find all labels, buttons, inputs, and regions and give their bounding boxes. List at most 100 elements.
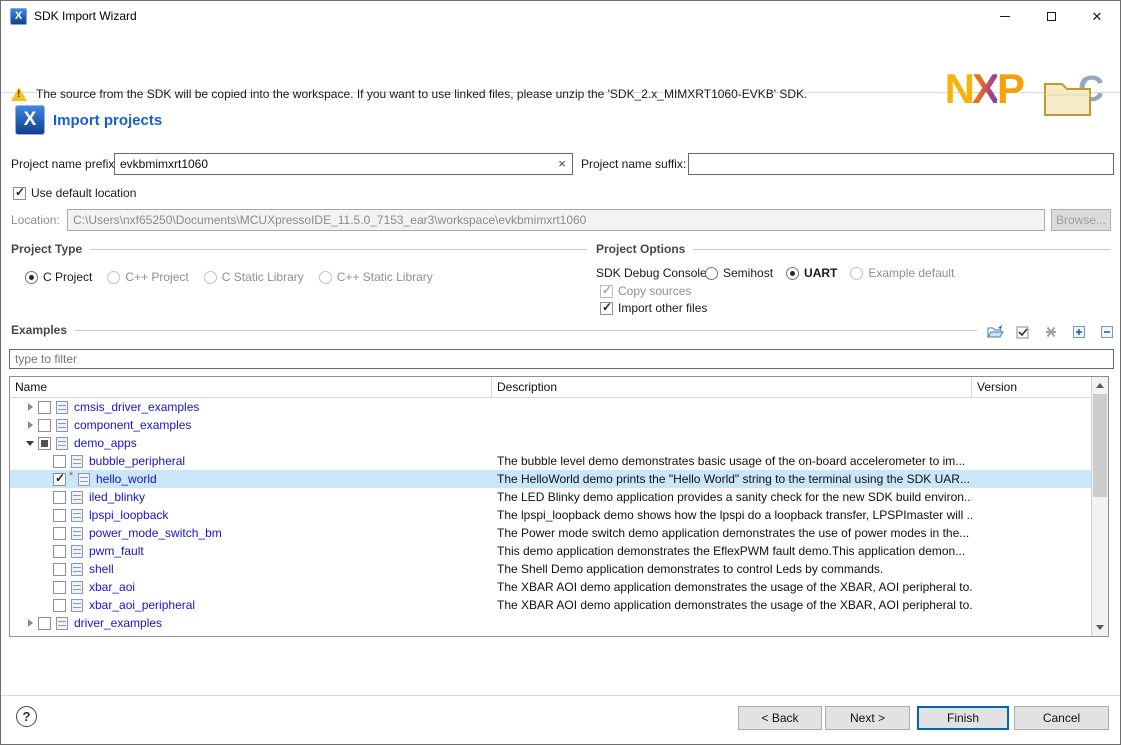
wizard-banner: The source from the SDK will be copied i… [1,31,1120,93]
chevron-right-icon[interactable] [22,421,38,429]
radio-cpp-project[interactable]: C++ Project [107,270,188,284]
example-name[interactable]: shell [89,562,114,576]
row-checkbox[interactable] [38,617,51,630]
radio-label: C++ Project [125,270,188,284]
prefix-label: Project name prefix: [11,153,118,175]
example-name[interactable]: driver_examples [74,616,162,630]
cancel-button-label: Cancel [1043,711,1080,725]
window-title: SDK Import Wizard [34,9,137,23]
table-row-lpspi-loopback[interactable]: lpspi_loopback The lpspi_loopback demo s… [10,506,1091,524]
radio-example-default[interactable]: Example default [850,266,954,280]
clear-input-icon[interactable]: × [555,157,569,171]
browse-button[interactable]: Browse... [1051,209,1111,231]
import-other-files-checkbox[interactable] [600,302,613,315]
column-header-name[interactable]: Name [10,377,492,397]
radio-cpp-static-library[interactable]: C++ Static Library [319,270,433,284]
row-checkbox[interactable] [53,455,66,468]
debug-console-options: Semihost UART Example default [705,266,954,280]
table-row-xbar-aoi[interactable]: xbar_aoi The XBAR AOI demo application d… [10,578,1091,596]
back-button[interactable]: < Back [738,706,822,730]
chevron-right-icon[interactable] [22,619,38,627]
example-list-icon [71,581,83,594]
example-name[interactable]: hello_world [96,472,157,486]
row-checkbox[interactable] [38,401,51,414]
example-name[interactable]: xbar_aoi_peripheral [89,598,195,612]
table-row-shell[interactable]: shell The Shell Demo application demonst… [10,560,1091,578]
next-button-label: Next > [850,711,885,725]
row-checkbox[interactable] [53,527,66,540]
row-checkbox[interactable] [53,563,66,576]
row-checkbox[interactable] [38,419,51,432]
project-type-title: Project Type [11,242,82,256]
radio-semihost[interactable]: Semihost [705,266,773,280]
row-checkbox[interactable] [53,545,66,558]
example-name[interactable]: iled_blinky [89,490,145,504]
column-header-description[interactable]: Description [492,377,972,397]
collapse-all-icon[interactable] [1097,323,1116,340]
row-checkbox[interactable] [53,599,66,612]
table-row-cmsis-driver-examples[interactable]: cmsis_driver_examples [10,398,1091,416]
table-row-xbar-aoi-peripheral[interactable]: xbar_aoi_peripheral The XBAR AOI demo ap… [10,596,1091,614]
example-name[interactable]: bubble_peripheral [89,454,185,468]
table-row-component-examples[interactable]: component_examples [10,416,1091,434]
project-name-prefix-input[interactable] [114,153,573,175]
table-row-iled-blinky[interactable]: iled_blinky The LED Blinky demo applicat… [10,488,1091,506]
browse-button-label: Browse... [1056,213,1106,227]
example-list-icon [56,617,68,630]
maximize-button[interactable] [1028,1,1074,31]
group-separator [75,330,977,331]
table-row-power-mode-switch-bm[interactable]: power_mode_switch_bm The Power mode swit… [10,524,1091,542]
filter-input[interactable] [9,349,1114,369]
location-label: Location: [11,209,60,231]
row-checkbox[interactable] [53,509,66,522]
radio-c-static-library[interactable]: C Static Library [204,270,304,284]
row-checkbox[interactable] [38,437,51,450]
minimize-button[interactable] [982,1,1028,31]
table-row-hello-world[interactable]: hello_world The HelloWorld demo prints t… [10,470,1091,488]
example-name[interactable]: xbar_aoi [89,580,135,594]
table-row-demo-apps[interactable]: demo_apps [10,434,1091,452]
copy-sources-checkbox [600,285,613,298]
example-name[interactable]: cmsis_driver_examples [74,400,199,414]
table-row-driver-examples[interactable]: driver_examples [10,614,1091,632]
example-description: The XBAR AOI demo application demonstrat… [492,598,972,612]
example-name[interactable]: power_mode_switch_bm [89,526,222,540]
example-description: The lpspi_loopback demo shows how the lp… [492,508,972,522]
example-name[interactable]: demo_apps [74,436,137,450]
table-body: cmsis_driver_examples component_examples… [10,398,1091,636]
table-row-bubble-peripheral[interactable]: bubble_peripheral The bubble level demo … [10,452,1091,470]
close-button[interactable]: ✕ [1074,1,1120,31]
select-all-icon[interactable] [1013,323,1032,340]
use-default-location-checkbox[interactable] [13,187,26,200]
finish-button[interactable]: Finish [917,706,1009,730]
expand-all-icon[interactable] [1069,323,1088,340]
example-name[interactable]: pwm_fault [89,544,144,558]
radio-uart[interactable]: UART [786,266,837,280]
example-description: The LED Blinky demo application provides… [492,490,972,504]
column-header-version[interactable]: Version [972,377,1091,397]
open-example-icon[interactable] [985,323,1004,340]
cancel-button[interactable]: Cancel [1014,706,1109,730]
deselect-all-icon[interactable] [1041,323,1060,340]
help-button[interactable]: ? [16,706,37,727]
example-name[interactable]: component_examples [74,418,191,432]
project-name-suffix-input[interactable] [688,153,1114,175]
radio-label: Example default [868,266,954,280]
vertical-scrollbar[interactable] [1091,377,1108,636]
row-checkbox[interactable] [53,581,66,594]
example-list-icon [71,545,83,558]
scrollbar-thumb[interactable] [1093,394,1107,497]
row-checkbox[interactable] [53,491,66,504]
example-list-icon [78,473,90,486]
example-name[interactable]: lpspi_loopback [89,508,168,522]
radio-icon [319,271,332,284]
scroll-up-arrow[interactable] [1092,378,1108,393]
chevron-right-icon[interactable] [22,403,38,411]
next-button[interactable]: Next > [825,706,910,730]
scroll-down-arrow[interactable] [1092,620,1108,635]
radio-c-project[interactable]: C Project [25,270,92,284]
row-checkbox[interactable] [53,473,66,486]
table-row-pwm-fault[interactable]: pwm_fault This demo application demonstr… [10,542,1091,560]
warning-message: The source from the SDK will be copied i… [36,87,807,101]
chevron-down-icon[interactable] [22,441,38,446]
